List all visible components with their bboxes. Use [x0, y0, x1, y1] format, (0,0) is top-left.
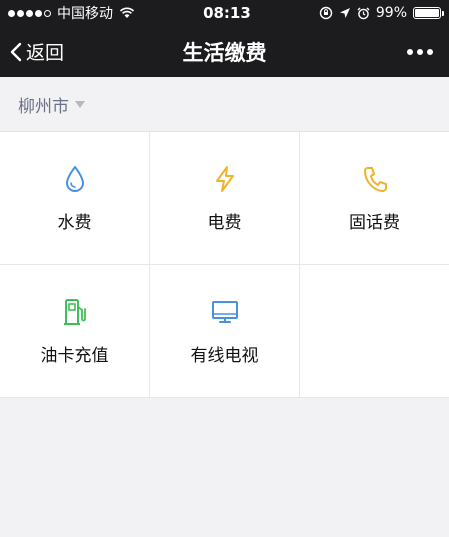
status-bar: 中国移动 08:13 99%: [0, 0, 449, 26]
page-title: 生活缴费: [182, 40, 267, 65]
more-options-button[interactable]: [407, 48, 439, 55]
rotation-lock-icon: [319, 6, 333, 20]
back-label: 返回: [26, 42, 65, 64]
wifi-icon: [119, 7, 135, 18]
status-left: 中国移动: [8, 3, 135, 23]
status-right: 99%: [319, 5, 444, 21]
water-drop-icon: [60, 164, 90, 194]
back-button[interactable]: 返回: [10, 38, 64, 65]
city-selector[interactable]: 柳州市: [0, 77, 449, 132]
carrier-name: 中国移动: [57, 6, 113, 22]
dropdown-caret-icon: [75, 100, 85, 108]
service-label: 固话费: [349, 212, 400, 233]
service-landline[interactable]: 固话费: [300, 132, 449, 265]
city-name: 柳州市: [18, 96, 69, 117]
service-cable-tv[interactable]: 有线电视: [150, 265, 300, 398]
service-water[interactable]: 水费: [0, 132, 150, 265]
alarm-clock-icon: [357, 7, 370, 19]
service-label: 水费: [57, 212, 92, 233]
signal-strength-icon: [8, 9, 51, 17]
location-arrow-icon: [339, 8, 350, 18]
status-time: 08:13: [203, 4, 251, 22]
tv-monitor-icon: [210, 297, 240, 327]
navigation-bar: 返回 生活缴费: [0, 26, 449, 77]
more-dot: [427, 48, 433, 55]
service-fuel-card[interactable]: 油卡充值: [0, 265, 150, 398]
service-label: 有线电视: [190, 345, 259, 366]
battery-icon: [413, 7, 444, 19]
battery-percent: 99%: [375, 5, 407, 21]
more-dot: [407, 48, 413, 55]
chevron-left-icon: [10, 42, 22, 61]
service-electricity[interactable]: 电费: [150, 132, 300, 265]
service-label: 油卡充值: [40, 345, 109, 366]
lightning-icon: [210, 164, 240, 194]
fuel-pump-icon: [60, 297, 90, 327]
service-label: 电费: [207, 212, 242, 233]
more-dot: [417, 48, 423, 55]
service-grid: 水费 电费 固话费 油卡充值 有线电视: [0, 132, 449, 398]
phone-icon: [360, 164, 390, 194]
empty-grid-cell: [300, 265, 449, 398]
